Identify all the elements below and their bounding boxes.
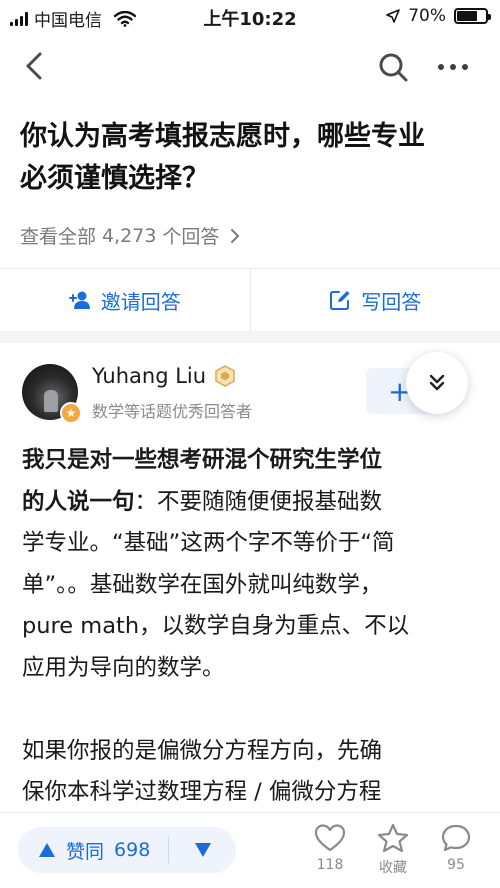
answer-line: 保你本科学过数理方程 / 偏微分方程 [22, 779, 382, 805]
medal-icon [215, 365, 235, 387]
downvote-button[interactable] [169, 842, 236, 858]
author-description: 数学等话题优秀回答者 [92, 402, 253, 421]
chevron-double-down-icon [429, 374, 445, 391]
collapse-button[interactable] [406, 352, 468, 414]
vote-control: 赞同 698 [18, 827, 236, 873]
invite-icon [68, 291, 90, 309]
question-title-line: 你认为高考填报志愿时，哪些专业 [20, 121, 425, 152]
answer-line: 应用为导向的数学。 [22, 654, 225, 681]
like-button[interactable]: 118 [302, 823, 358, 873]
collect-label: 收藏 [379, 860, 407, 876]
heart-icon [314, 824, 346, 852]
paragraph-spacer [22, 689, 487, 731]
comment-count: 95 [447, 857, 465, 873]
question-actions: 邀请回答 写回答 [0, 269, 500, 331]
answer-line: 我只是对一些想考研混个研究生学位 [22, 447, 383, 473]
answer-line: 的人说一句：不要随随便便报基础数 [22, 482, 487, 524]
battery-icon [454, 8, 491, 24]
question-title-line: 必须谨慎选择？ [20, 163, 209, 194]
answer-line: 单”。。基础数学在国外就叫纯数学， [22, 571, 383, 598]
invite-label: 邀请回答 [100, 289, 181, 314]
answer-content[interactable]: 我只是对一些想考研混个研究生学位 的人说一句：不要随随便便报基础数 学专业。“基础”… [22, 440, 487, 814]
more-icon[interactable] [438, 64, 468, 70]
upvote-icon [39, 843, 55, 857]
view-all-answers-link[interactable]: 查看全部 4,273 个回答 [20, 222, 241, 249]
collect-button[interactable]: 收藏 [365, 823, 421, 877]
vote-label: 赞同 [66, 840, 105, 863]
edit-icon [330, 291, 350, 310]
search-icon[interactable] [376, 50, 410, 84]
answer-line-rest: ：不要随随便便报基础数 [134, 488, 383, 515]
bottom-action-bar: 赞同 698 118 收藏 95 [0, 812, 500, 888]
top-nav [0, 40, 500, 94]
author-name[interactable]: Yuhang Liu [92, 364, 236, 388]
chevron-right-icon [231, 228, 240, 243]
downvote-icon [194, 843, 211, 857]
view-all-prefix: 查看全部 [20, 226, 97, 248]
answer-line: 如果你报的是偏微分方程方向，先确 [22, 737, 383, 764]
vote-count: 698 [114, 839, 151, 861]
question-title[interactable]: 你认为高考填报志愿时，哪些专业 必须谨慎选择？ [20, 116, 490, 200]
battery-fill [457, 11, 477, 21]
comment-button[interactable]: 95 [428, 823, 484, 873]
location-icon [386, 9, 401, 23]
author-name-text: Yuhang Liu [92, 364, 207, 388]
upvote-button[interactable]: 赞同 698 [18, 837, 168, 864]
view-all-suffix: 个回答 [162, 226, 220, 248]
answer-line: pure math，以数学自身为重点、不以 [22, 613, 410, 639]
answer-count: 4,273 [102, 224, 157, 247]
invite-answer-button[interactable]: 邀请回答 [0, 269, 250, 331]
badge-star-icon: ★ [65, 406, 77, 420]
like-count: 118 [316, 857, 344, 873]
battery-percent: 70% [408, 6, 446, 26]
back-icon[interactable] [20, 50, 52, 82]
write-label: 写回答 [361, 289, 422, 314]
star-icon [377, 823, 409, 853]
excellent-answerer-badge: ★ [60, 402, 82, 424]
comment-icon [441, 824, 471, 852]
status-bar: 中国电信 上午10:22 70% [0, 0, 500, 32]
write-answer-button[interactable]: 写回答 [249, 269, 500, 331]
answer-line: 学专业。“基础”这两个字不等价于“简 [22, 530, 395, 556]
section-separator [0, 331, 500, 343]
answer-line-strong: 的人说一句 [22, 488, 135, 515]
